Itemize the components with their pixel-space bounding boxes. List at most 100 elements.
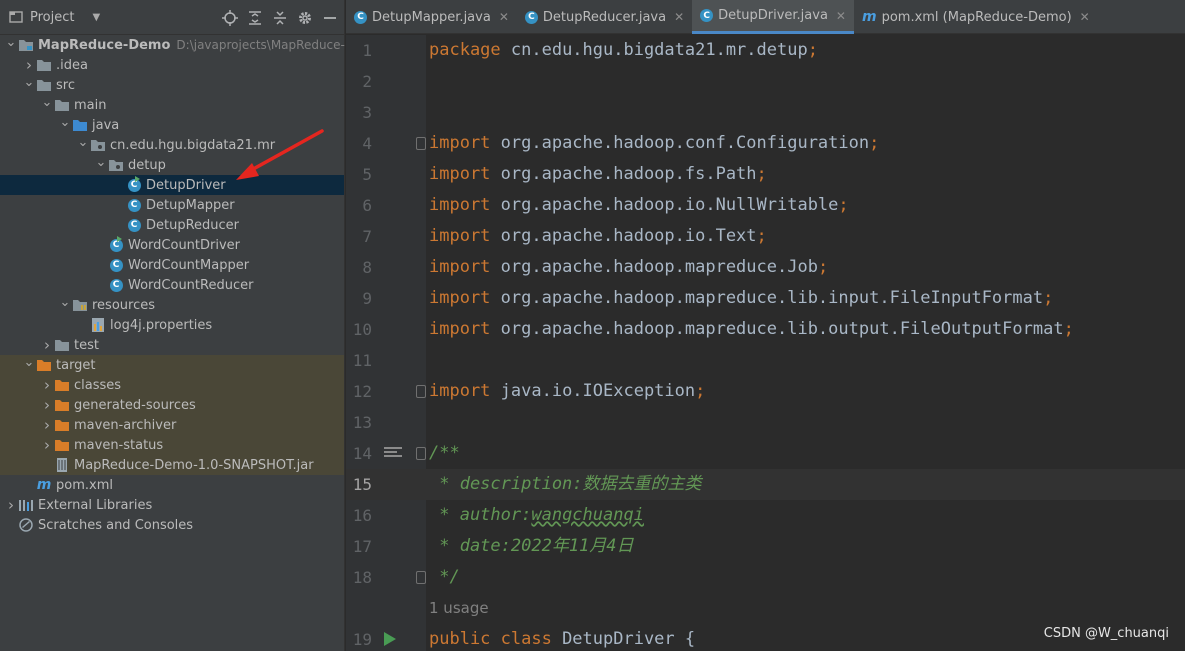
tab-detupreducer-java[interactable]: C DetupReducer.java ✕ [517,0,692,34]
chevron-right-icon[interactable]: › [40,396,54,414]
code-token: package [429,40,511,60]
tree-item-target[interactable]: ⌄ target [0,355,344,375]
chevron-down-icon[interactable]: ⌄ [94,155,108,170]
expand-all-icon[interactable] [247,10,263,26]
tree-item-wordcountreducer[interactable]: C WordCountReducer [0,275,344,295]
collapse-all-icon[interactable] [272,10,288,26]
tree-item-mapreduce-demo[interactable]: ⌄ MapReduce-Demo D:\javaprojects\MapReduce… [0,35,362,55]
line-number: 12 [352,382,372,401]
fold-marker-icon[interactable] [416,447,426,460]
tree-item-generated-sources[interactable]: › generated-sources [0,395,344,415]
code-token: ; [756,164,767,184]
chevron-down-icon[interactable]: ⌄ [58,295,72,310]
tree-item-label: classes [74,377,122,393]
tree-item-label: .idea [56,57,88,73]
line-number: 13 [352,413,372,432]
tree-item-log4j-properties[interactable]: log4j.properties [0,315,344,335]
tree-item-mapreduce-demo-1-0-snapshot-jar[interactable]: MapReduce-Demo-1.0-SNAPSHOT.jar [0,455,344,475]
code-line[interactable]: * description:数据去重的主类 [429,469,701,500]
chevron-down-icon[interactable]: ⌄ [22,75,36,90]
code-line[interactable]: import org.apache.hadoop.conf.Configurat… [429,128,879,159]
close-icon[interactable]: ✕ [836,9,846,23]
tree-item-idea[interactable]: › .idea [0,55,344,75]
chevron-right-icon[interactable]: › [22,56,36,74]
code-line[interactable]: import org.apache.hadoop.mapreduce.lib.i… [429,283,1053,314]
close-icon[interactable]: ✕ [499,10,509,24]
code-line[interactable]: */ [429,562,459,593]
fold-marker-icon[interactable] [416,385,426,398]
code-line[interactable]: * date:2022年11月4日 [429,531,633,562]
close-icon[interactable]: ✕ [1080,10,1090,24]
tree-item-detupreducer[interactable]: C DetupReducer [0,215,344,235]
tree-item-classes[interactable]: › classes [0,375,344,395]
tree-item-src[interactable]: ⌄ src [0,75,344,95]
chevron-right-icon[interactable]: › [4,496,18,514]
chevron-right-icon[interactable]: › [40,336,54,354]
code-line[interactable]: * author:wangchuanqi [429,500,644,531]
code-token: DetupDriver { [562,629,696,649]
tree-item-maven-status[interactable]: › maven-status [0,435,344,455]
code-line[interactable]: import org.apache.hadoop.io.Text; [429,221,767,252]
tree-item-detupdriver[interactable]: C DetupDriver [0,175,344,195]
code-token: import [429,133,501,153]
code-line[interactable]: import org.apache.hadoop.fs.Path; [429,159,767,190]
code-line[interactable]: import org.apache.hadoop.mapreduce.Job; [429,252,828,283]
line-number: 8 [362,258,372,277]
tree-item-external-libraries[interactable]: › External Libraries [0,495,344,515]
tab-label: DetupDriver.java [718,8,828,23]
tree-item-wordcountdriver[interactable]: C WordCountDriver [0,235,344,255]
project-panel-title[interactable]: Project [30,10,74,25]
tree-item-label: resources [92,297,156,313]
tree-item-scratches-and-consoles[interactable]: Scratches and Consoles [0,515,344,535]
code-editor[interactable]: 1 2 3 4 5 6 7 8 9 10 11 12 13 14 15 16 17 18 19 package cn… [346,35,1185,651]
fold-marker-icon[interactable] [416,137,426,150]
line-number: 17 [352,537,372,556]
code-token: import [429,195,501,215]
excluded-folder-icon [36,357,52,373]
minimize-icon[interactable] [322,10,338,26]
locate-icon[interactable] [222,9,238,26]
tree-item-maven-archiver[interactable]: › maven-archiver [0,415,344,435]
tree-item-cn-edu-hgu-bigdata21-mr[interactable]: ⌄ cn.edu.hgu.bigdata21.mr [0,135,344,155]
rendered-doc-icon[interactable] [384,447,402,461]
run-gutter-icon[interactable] [384,632,396,646]
code-line[interactable]: import org.apache.hadoop.mapreduce.lib.o… [429,314,1074,345]
code-token: * author: [429,505,532,525]
line-number: 16 [352,506,372,525]
tab-label: pom.xml (MapReduce-Demo) [881,9,1072,25]
chevron-down-icon[interactable]: ⌄ [76,135,90,150]
chevron-down-icon[interactable]: ⌄ [58,115,72,130]
tree-item-test[interactable]: › test [0,335,344,355]
tree-item-wordcountmapper[interactable]: C WordCountMapper [0,255,344,275]
fold-marker-icon[interactable] [416,571,426,584]
project-panel-header: Project ▼ [0,0,344,35]
close-icon[interactable]: ✕ [674,10,684,24]
chevron-right-icon[interactable]: › [40,416,54,434]
chevron-down-icon[interactable]: ⌄ [22,355,36,370]
code-token: ; [838,195,849,215]
tab-pom-xml-mapreduce-demo[interactable]: m pom.xml (MapReduce-Demo) ✕ [854,0,1098,34]
chevron-down-icon[interactable]: ⌄ [40,95,54,110]
tree-item-pom-xml[interactable]: m pom.xml [0,475,344,495]
code-line[interactable]: package cn.edu.hgu.bigdata21.mr.detup; [429,35,818,66]
usage-hint[interactable]: 1 usage [429,599,489,617]
gear-icon[interactable] [297,10,313,26]
tree-item-resources[interactable]: ⌄ resources [0,295,344,315]
code-line[interactable]: /** [429,438,460,469]
code-line[interactable]: 1 usage [429,593,489,624]
tree-item-label: MapReduce-Demo [38,37,171,53]
tree-item-java[interactable]: ⌄ java [0,115,344,135]
tree-item-detupmapper[interactable]: C DetupMapper [0,195,344,215]
tree-item-detup[interactable]: ⌄ detup [0,155,344,175]
chevron-down-icon[interactable]: ⌄ [4,35,18,50]
chevron-right-icon[interactable]: › [40,436,54,454]
chevron-down-icon[interactable]: ▼ [92,12,100,23]
code-line[interactable]: import org.apache.hadoop.io.NullWritable… [429,190,849,221]
chevron-right-icon[interactable]: › [40,376,54,394]
tree-item-main[interactable]: ⌄ main [0,95,344,115]
code-line[interactable]: import java.io.IOException; [429,376,705,407]
code-line[interactable]: public class DetupDriver { [429,624,695,651]
tree-item-label: maven-archiver [74,417,177,433]
tab-detupdriver-java[interactable]: C DetupDriver.java ✕ [692,0,854,34]
tab-detupmapper-java[interactable]: C DetupMapper.java ✕ [346,0,517,34]
